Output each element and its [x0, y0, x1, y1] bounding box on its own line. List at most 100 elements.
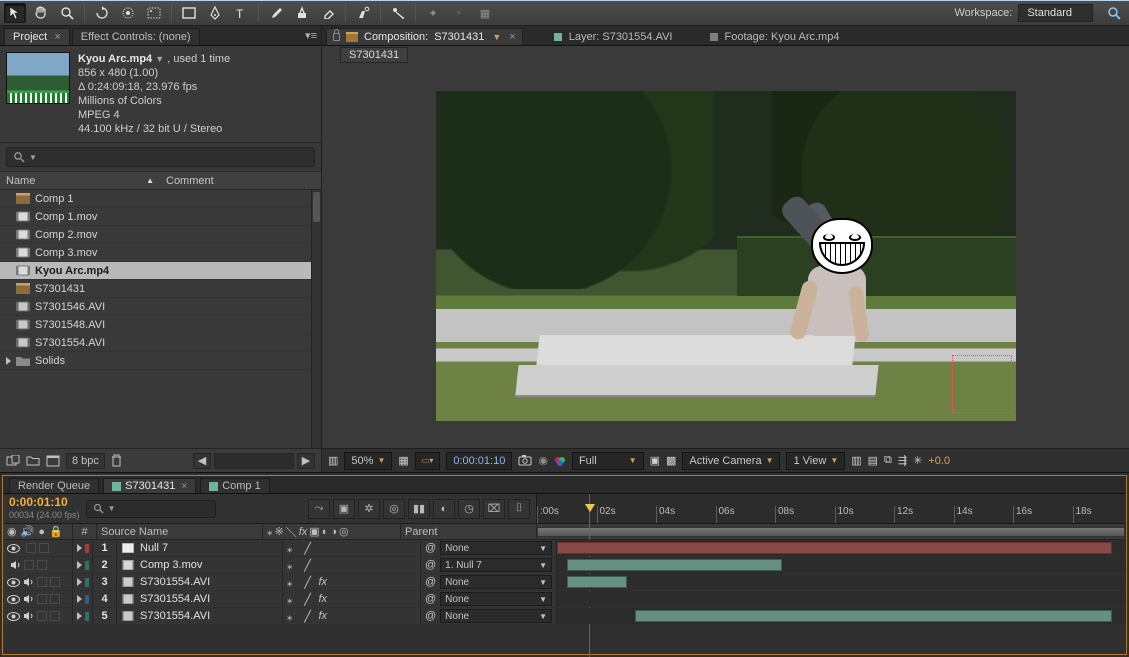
visibility-toggle[interactable]: [7, 544, 20, 553]
project-search-input[interactable]: ▼: [6, 147, 315, 167]
new-comp-icon[interactable]: [46, 455, 60, 467]
audio-toggle[interactable]: [23, 577, 34, 587]
audio-toggle[interactable]: [10, 560, 21, 570]
project-item[interactable]: S7301554.AVI: [0, 334, 321, 352]
twirl-icon[interactable]: [77, 561, 82, 569]
layer-switches[interactable]: ⁎╱: [283, 557, 421, 573]
pen-tool[interactable]: [204, 3, 226, 23]
frame-forward-button[interactable]: ▶: [297, 453, 315, 469]
visibility-toggle[interactable]: [7, 612, 20, 621]
pixel-aspect-icon[interactable]: ▥: [851, 454, 861, 467]
twirl-icon[interactable]: [77, 578, 82, 586]
selection-tool[interactable]: [4, 3, 26, 23]
tl-toggle-draft3d[interactable]: ✲: [358, 499, 380, 519]
layer-switches[interactable]: ⁎╱fx: [283, 574, 421, 590]
tl-toggle-shy[interactable]: ⤳: [308, 499, 330, 519]
eraser-tool[interactable]: [317, 3, 339, 23]
flowchart-icon[interactable]: ⇶: [898, 454, 907, 467]
interpret-footage-icon[interactable]: [6, 455, 20, 467]
rectangle-tool[interactable]: [178, 3, 200, 23]
layer-color-swatch[interactable]: [85, 561, 89, 570]
zoom-dropdown[interactable]: 50%▼: [344, 452, 392, 470]
solo-toggle[interactable]: [37, 577, 47, 587]
transparency-grid-icon[interactable]: ▩: [666, 454, 676, 467]
layer-track[interactable]: [557, 574, 1126, 590]
project-item[interactable]: Comp 3.mov: [0, 244, 321, 262]
tl-toggle-comp[interactable]: ▣: [333, 499, 355, 519]
timeline-timecode[interactable]: 0:00:01:10 00034 (24.00 fps): [9, 496, 80, 521]
lock-toggle[interactable]: [37, 560, 47, 570]
roto-brush-tool[interactable]: [352, 3, 374, 23]
layer-bar[interactable]: [567, 576, 627, 588]
pickwhip-icon[interactable]: @: [425, 542, 436, 554]
project-item[interactable]: Comp 1.mov: [0, 208, 321, 226]
timeline-layer-row[interactable]: 3S7301554.AVI⁎╱fx@None▼: [3, 574, 1126, 591]
audio-toggle[interactable]: [23, 611, 34, 621]
snapshot-icon[interactable]: [518, 455, 532, 466]
viewer-subtab[interactable]: S7301431: [340, 47, 408, 63]
workspace-dropdown[interactable]: Standard: [1018, 4, 1093, 22]
fast-preview-icon[interactable]: ▤: [868, 454, 878, 467]
layer-switches[interactable]: ⁎╱fx: [283, 591, 421, 607]
parent-dropdown[interactable]: None▼: [440, 592, 552, 606]
pickwhip-icon[interactable]: @: [425, 593, 436, 605]
frame-slider[interactable]: [214, 453, 294, 469]
asset-thumbnail[interactable]: [6, 52, 70, 104]
tab-render-queue[interactable]: Render Queue: [9, 478, 99, 493]
layer-track[interactable]: [557, 540, 1126, 556]
magnify-icon[interactable]: ▥: [328, 454, 338, 467]
toolstrip-extra-3[interactable]: ▦: [474, 3, 496, 23]
layer-color-swatch[interactable]: [85, 578, 89, 587]
parent-dropdown[interactable]: 1. Null 7▼: [440, 558, 552, 572]
layer-color-swatch[interactable]: [85, 595, 89, 604]
tab-effect-controls[interactable]: Effect Controls: (none): [72, 28, 200, 45]
exposure-value[interactable]: +0.0: [928, 455, 950, 467]
pickwhip-icon[interactable]: @: [425, 576, 436, 588]
tl-toggle-motion-blur[interactable]: ▮▮: [408, 499, 430, 519]
tl-toggle-brainstorm[interactable]: ◐: [433, 499, 455, 519]
tab-timeline-active[interactable]: S7301431×: [103, 478, 196, 493]
project-item[interactable]: Kyou Arc.mp4: [0, 262, 321, 280]
project-item[interactable]: S7301431: [0, 280, 321, 298]
audio-toggle[interactable]: [23, 594, 34, 604]
layer-track[interactable]: [557, 608, 1126, 624]
viewer-timecode[interactable]: 0:00:01:10: [446, 452, 512, 470]
text-tool[interactable]: T: [230, 3, 252, 23]
layer-switches[interactable]: ⁎╱fx: [283, 608, 421, 624]
tab-project[interactable]: Project ×: [4, 28, 70, 45]
lock-icon[interactable]: [333, 33, 340, 41]
timeline-search-input[interactable]: ▼: [86, 500, 216, 518]
solo-toggle[interactable]: [37, 611, 47, 621]
timeline-layer-row[interactable]: 4S7301554.AVI⁎╱fx@None▼: [3, 591, 1126, 608]
layer-track[interactable]: [557, 557, 1126, 573]
col-header-comment[interactable]: Comment: [160, 172, 321, 189]
time-ruler[interactable]: :00s02s04s06s08s10s12s14s16s18s: [537, 494, 1126, 523]
timeline-layer-row[interactable]: 5S7301554.AVI⁎╱fx@None▼: [3, 608, 1126, 625]
solo-toggle[interactable]: [37, 594, 47, 604]
parent-dropdown[interactable]: None▼: [440, 575, 552, 589]
grid-toggle-icon[interactable]: ▦: [398, 454, 408, 467]
layer-switches[interactable]: ⁎╱: [283, 540, 421, 556]
show-snapshot-icon[interactable]: ◉: [538, 454, 548, 467]
layer-color-swatch[interactable]: [85, 544, 89, 553]
work-area-bar[interactable]: [537, 527, 1125, 537]
visibility-toggle[interactable]: [7, 595, 20, 604]
rotation-tool[interactable]: [91, 3, 113, 23]
project-item[interactable]: S7301548.AVI: [0, 316, 321, 334]
layer-color-swatch[interactable]: [85, 612, 89, 621]
anchor-tool[interactable]: [143, 3, 165, 23]
composition-canvas[interactable]: [436, 91, 1016, 421]
pickwhip-icon[interactable]: @: [425, 610, 436, 622]
puppet-tool[interactable]: [387, 3, 409, 23]
project-item[interactable]: Comp 1: [0, 190, 321, 208]
help-search-icon[interactable]: [1103, 2, 1125, 24]
layer-track[interactable]: [557, 591, 1126, 607]
frame-back-button[interactable]: ◀: [193, 453, 211, 469]
clone-tool[interactable]: [291, 3, 313, 23]
viewer-tab-layer[interactable]: Layer: S7301554.AVI: [547, 29, 679, 45]
search-dropdown-icon[interactable]: ▼: [29, 153, 37, 162]
resolution-dropdown[interactable]: Full▼: [572, 452, 644, 470]
layer-bar[interactable]: [557, 542, 1112, 554]
viewer-tab-dropdown-icon[interactable]: ▼: [492, 32, 501, 42]
twirl-icon[interactable]: [77, 595, 82, 603]
